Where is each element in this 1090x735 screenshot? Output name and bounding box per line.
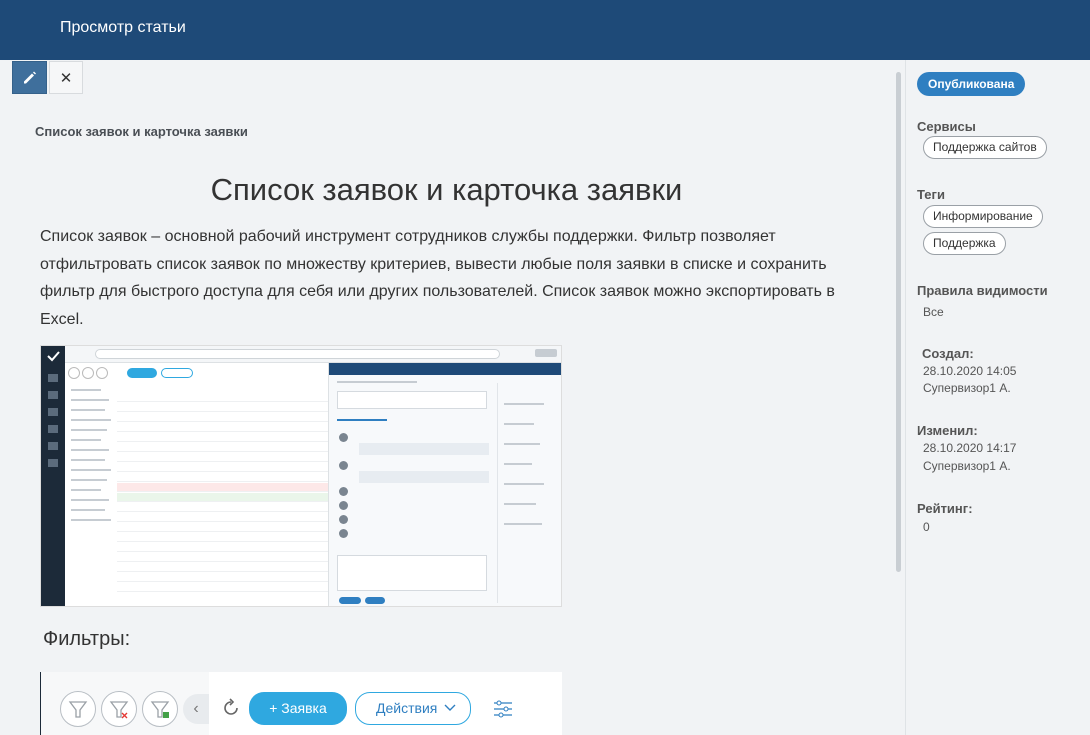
actions-button-image: Действия xyxy=(355,692,471,725)
new-request-button-image: + Заявка xyxy=(249,692,347,725)
service-chip[interactable]: Поддержка сайтов xyxy=(923,136,1047,159)
filter-icon xyxy=(60,691,96,727)
article-heading: Список заявок и карточка заявки xyxy=(210,172,683,207)
filter-clear-icon xyxy=(101,691,137,727)
filter-save-icon xyxy=(142,691,178,727)
filters-screenshot: ‹ + Заявка Действия xyxy=(40,672,562,735)
article-intro: Список заявок – основной рабочий инструм… xyxy=(40,228,835,328)
created-label: Создал: xyxy=(922,346,974,361)
modified-label: Изменил: xyxy=(917,423,978,438)
close-button[interactable]: ✕ xyxy=(49,61,83,94)
request-list-screenshot xyxy=(40,345,562,607)
article-sidebar: Опубликована Сервисы Поддержка сайтов Те… xyxy=(905,60,1090,735)
rating-label: Рейтинг: xyxy=(917,501,973,516)
modified-by: Супервизор1 А. xyxy=(923,459,1011,473)
modified-date: 28.10.2020 14:17 xyxy=(923,441,1017,455)
top-bar: Просмотр статьи xyxy=(0,0,1090,60)
settings-sliders-icon xyxy=(494,700,512,718)
created-date: 28.10.2020 14:05 xyxy=(923,364,1017,378)
pencil-icon xyxy=(24,71,36,84)
app-topbar-image xyxy=(65,346,561,363)
page-title: Просмотр статьи xyxy=(60,19,186,36)
edit-button[interactable] xyxy=(12,61,47,94)
collapse-icon: ‹ xyxy=(183,694,209,724)
tag-chip[interactable]: Информирование xyxy=(923,205,1043,228)
vertical-scrollbar[interactable] xyxy=(893,60,905,735)
scrollbar-thumb[interactable] xyxy=(896,72,901,572)
visibility-value: Все xyxy=(923,305,944,319)
breadcrumb: Список заявок и карточка заявки xyxy=(35,124,248,139)
services-label: Сервисы xyxy=(917,119,976,134)
request-list-image xyxy=(65,363,380,606)
tag-chip[interactable]: Поддержка xyxy=(923,232,1006,255)
actions-label: Действия xyxy=(376,700,438,716)
rating-value: 0 xyxy=(923,520,930,534)
request-card-image xyxy=(328,363,561,606)
close-icon: ✕ xyxy=(59,69,73,87)
chevron-down-icon xyxy=(444,704,456,711)
tags-label: Теги xyxy=(917,187,945,202)
visibility-label: Правила видимости xyxy=(917,283,1048,298)
status-badge: Опубликована xyxy=(917,72,1026,96)
app-sidebar-image xyxy=(41,346,65,606)
refresh-icon xyxy=(224,698,238,715)
filters-heading: Фильтры: xyxy=(43,628,131,650)
created-by: Супервизор1 А. xyxy=(923,381,1011,395)
